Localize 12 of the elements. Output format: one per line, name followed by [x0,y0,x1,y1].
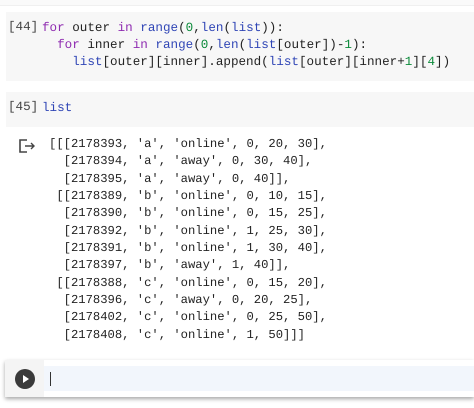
code-line: list[outer][inner].append(list[outer][inner+1][4]) [71,54,450,71]
output-icon [18,138,36,154]
execution-count: [44] [7,20,40,36]
run-icon[interactable] [14,368,34,389]
output-text: [[[2178393, 'a', 'online', 0, 20, 30], [2178394, 'a', 'away', 0, 30, 40], [2178395, 'a', 'away', 0, 40]], [[2178389, 'b', 'online', 0, 10, 15], [2178390, 'b', 'online', 0, 15, 25], [2178392, 'b', 'online', 1, 25, 30], [2178391, 'b', 'online', 1, 30, 40], [2178397, 'b', 'away', 1, 40]], [[2178388, 'c', 'online', 0, 15, 20], [2178396, 'c', 'away', 0, 20, 25], [2178402, 'c', 'online', 0, 25, 50], [2178408, 'c', 'online', 1, 50]]] [49,136,327,344]
code-line: for outer in range(0,len(list)): [42,20,285,37]
code-line: list [42,100,72,117]
code-cell[interactable]: [45] list [6,92,474,127]
execution-count: [45] [7,100,40,116]
code-input-field[interactable] [44,366,474,392]
code-cell[interactable]: [44] for outer in range(0,len(list)): for inner in range(0,len(list[outer])-1): list[outer][inner].append(list[outer][inner+1][4]) [6,12,474,81]
code-line: for inner in range(0,len(list[outer])-1): [56,37,368,54]
